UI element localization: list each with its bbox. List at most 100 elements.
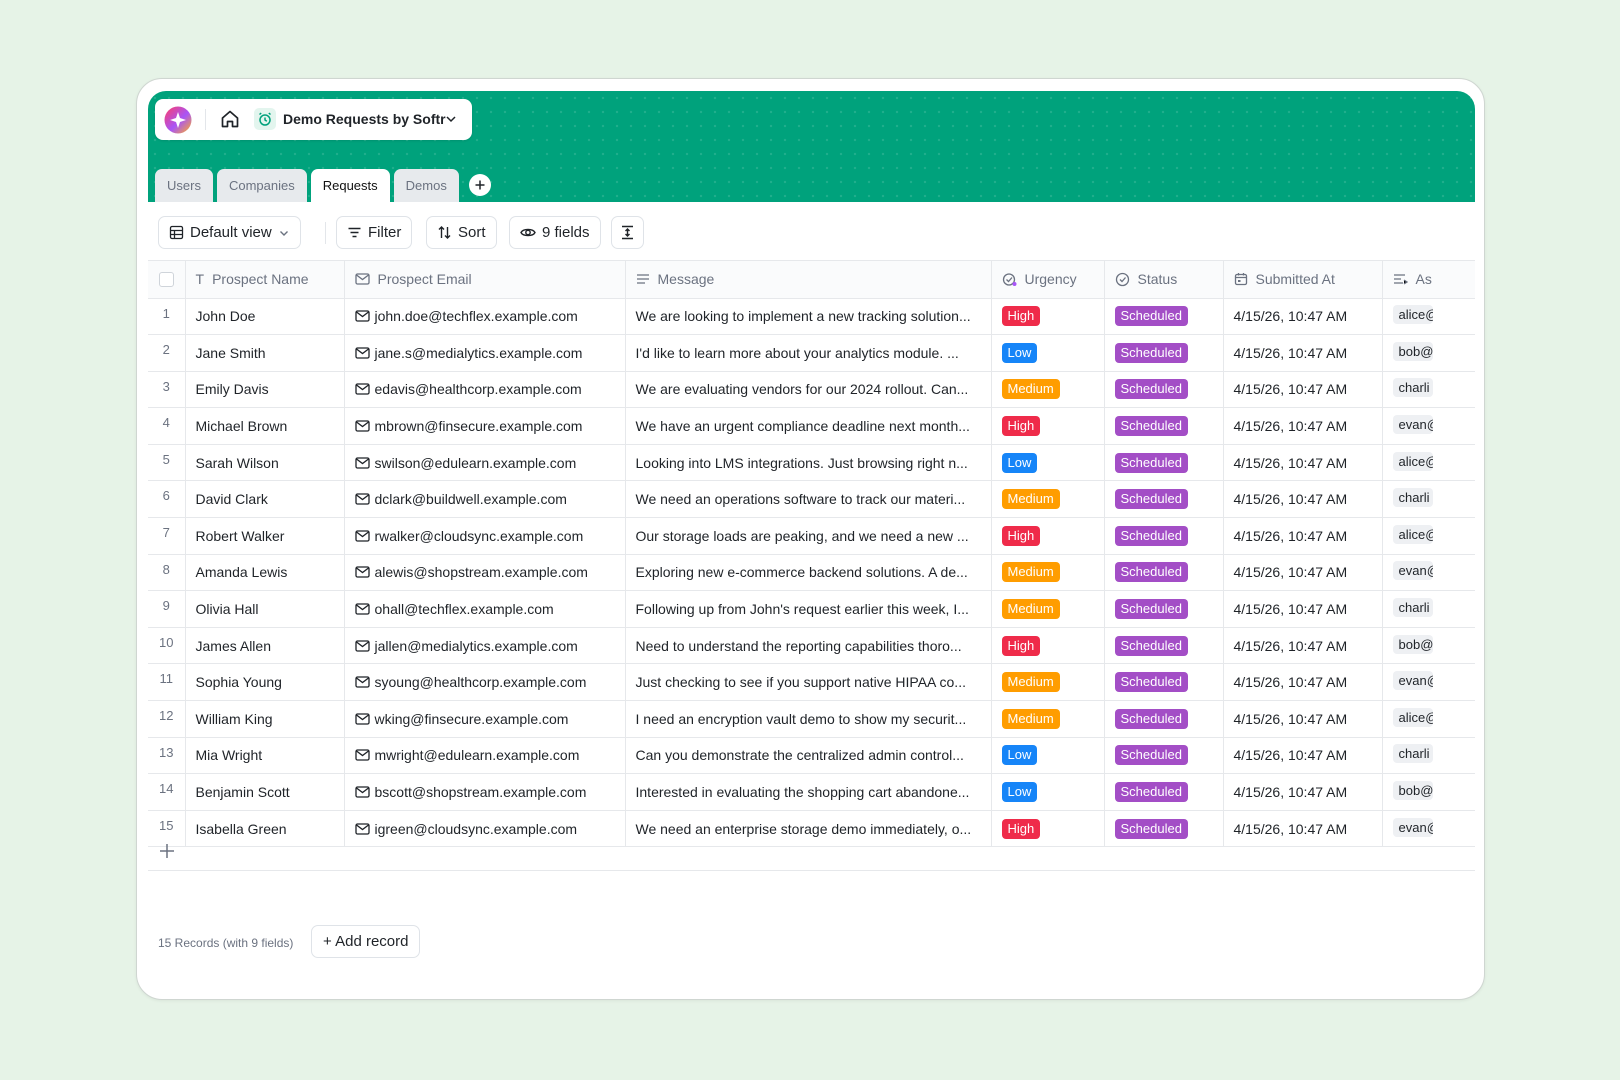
submitted-at-cell[interactable]: 4/15/26, 10:47 AM bbox=[1223, 700, 1383, 738]
assignee-cell[interactable]: charli bbox=[1382, 371, 1475, 409]
message-cell[interactable]: We are evaluating vendors for our 2024 r… bbox=[625, 371, 992, 409]
assignee-cell[interactable]: alice@ bbox=[1382, 298, 1475, 336]
select-all-cell[interactable] bbox=[148, 261, 186, 299]
urgency-cell[interactable]: Low bbox=[991, 444, 1105, 482]
table-row[interactable]: 9 Olivia Hall ohall@techflex.example.com Fo… bbox=[148, 590, 1475, 628]
assignee-cell[interactable]: evan@ bbox=[1382, 663, 1475, 702]
column-header-assignee[interactable]: As bbox=[1382, 261, 1475, 299]
tab-demos[interactable]: Demos bbox=[393, 169, 459, 202]
assignee-cell[interactable]: charli bbox=[1382, 590, 1475, 628]
status-cell[interactable]: Scheduled bbox=[1104, 700, 1224, 738]
sort-button[interactable]: Sort bbox=[426, 216, 497, 249]
message-cell[interactable]: We are looking to implement a new tracki… bbox=[625, 298, 992, 336]
prospect-name-cell[interactable]: Sarah Wilson bbox=[185, 444, 345, 482]
status-cell[interactable]: Scheduled bbox=[1104, 480, 1224, 519]
select-all-checkbox[interactable] bbox=[158, 271, 174, 287]
urgency-cell[interactable]: Low bbox=[991, 737, 1105, 775]
column-header-message[interactable]: Message bbox=[625, 261, 992, 299]
tab-users[interactable]: Users bbox=[155, 169, 213, 202]
prospect-email-cell[interactable]: dclark@buildwell.example.com bbox=[344, 480, 626, 519]
fields-button[interactable]: 9 fields bbox=[509, 216, 601, 249]
submitted-at-cell[interactable]: 4/15/26, 10:47 AM bbox=[1223, 627, 1383, 665]
message-cell[interactable]: I'd like to learn more about your analyt… bbox=[625, 334, 992, 372]
urgency-cell[interactable]: Medium bbox=[991, 554, 1105, 592]
urgency-cell[interactable]: Low bbox=[991, 334, 1105, 372]
softr-logo-icon[interactable] bbox=[164, 106, 192, 134]
column-header-urgency[interactable]: Urgency bbox=[991, 261, 1105, 299]
column-header-prospect-name[interactable]: T Prospect Name bbox=[185, 261, 345, 299]
prospect-name-cell[interactable]: Robert Walker bbox=[185, 517, 345, 555]
message-cell[interactable]: I need an encryption vault demo to show … bbox=[625, 700, 992, 738]
urgency-cell[interactable]: Medium bbox=[991, 590, 1105, 628]
table-row[interactable]: 7 Robert Walker rwalker@cloudsync.example.… bbox=[148, 517, 1475, 555]
submitted-at-cell[interactable]: 4/15/26, 10:47 AM bbox=[1223, 480, 1383, 519]
status-cell[interactable]: Scheduled bbox=[1104, 590, 1224, 628]
assignee-cell[interactable]: bob@ bbox=[1382, 334, 1475, 372]
urgency-cell[interactable]: Low bbox=[991, 773, 1105, 811]
prospect-name-cell[interactable]: John Doe bbox=[185, 298, 345, 336]
status-cell[interactable]: Scheduled bbox=[1104, 444, 1224, 482]
table-row[interactable]: 11 Sophia Young syoung@healthcorp.example.… bbox=[148, 663, 1475, 702]
message-cell[interactable]: We need an operations software to track … bbox=[625, 480, 992, 519]
chevron-down-icon[interactable] bbox=[444, 112, 458, 126]
status-cell[interactable]: Scheduled bbox=[1104, 627, 1224, 665]
urgency-cell[interactable]: Medium bbox=[991, 700, 1105, 738]
prospect-email-cell[interactable]: bscott@shopstream.example.com bbox=[344, 773, 626, 811]
filter-button[interactable]: Filter bbox=[336, 216, 413, 249]
assignee-cell[interactable]: alice@ bbox=[1382, 517, 1475, 555]
prospect-name-cell[interactable]: Emily Davis bbox=[185, 371, 345, 409]
table-row[interactable]: 1 John Doe john.doe@techflex.example.com We… bbox=[148, 298, 1475, 336]
table-row[interactable]: 4 Michael Brown mbrown@finsecure.example.c… bbox=[148, 407, 1475, 445]
prospect-name-cell[interactable]: Amanda Lewis bbox=[185, 554, 345, 592]
prospect-email-cell[interactable]: rwalker@cloudsync.example.com bbox=[344, 517, 626, 555]
prospect-email-cell[interactable]: syoung@healthcorp.example.com bbox=[344, 663, 626, 702]
table-row[interactable]: 12 William King wking@finsecure.example.co… bbox=[148, 700, 1475, 738]
prospect-email-cell[interactable]: jallen@medialytics.example.com bbox=[344, 627, 626, 665]
prospect-email-cell[interactable]: mbrown@finsecure.example.com bbox=[344, 407, 626, 445]
urgency-cell[interactable]: Medium bbox=[991, 663, 1105, 702]
submitted-at-cell[interactable]: 4/15/26, 10:47 AM bbox=[1223, 371, 1383, 409]
column-header-submitted-at[interactable]: Submitted At bbox=[1223, 261, 1383, 299]
home-icon[interactable] bbox=[219, 108, 241, 130]
message-cell[interactable]: We have an urgent compliance deadline ne… bbox=[625, 407, 992, 445]
table-row[interactable]: 3 Emily Davis edavis@healthcorp.example.co… bbox=[148, 371, 1475, 409]
prospect-email-cell[interactable]: john.doe@techflex.example.com bbox=[344, 298, 626, 336]
urgency-cell[interactable]: High bbox=[991, 407, 1105, 445]
status-cell[interactable]: Scheduled bbox=[1104, 737, 1224, 775]
assignee-cell[interactable]: charli bbox=[1382, 480, 1475, 519]
prospect-email-cell[interactable]: alewis@shopstream.example.com bbox=[344, 554, 626, 592]
table-row[interactable]: 8 Amanda Lewis alewis@shopstream.example.c… bbox=[148, 554, 1475, 592]
submitted-at-cell[interactable]: 4/15/26, 10:47 AM bbox=[1223, 554, 1383, 592]
prospect-name-cell[interactable]: James Allen bbox=[185, 627, 345, 665]
prospect-email-cell[interactable]: mwright@edulearn.example.com bbox=[344, 737, 626, 775]
prospect-email-cell[interactable]: wking@finsecure.example.com bbox=[344, 700, 626, 738]
message-cell[interactable]: Need to understand the reporting capabil… bbox=[625, 627, 992, 665]
prospect-name-cell[interactable]: Benjamin Scott bbox=[185, 773, 345, 811]
prospect-name-cell[interactable]: Michael Brown bbox=[185, 407, 345, 445]
status-cell[interactable]: Scheduled bbox=[1104, 298, 1224, 336]
submitted-at-cell[interactable]: 4/15/26, 10:47 AM bbox=[1223, 334, 1383, 372]
message-cell[interactable]: Interested in evaluating the shopping ca… bbox=[625, 773, 992, 811]
message-cell[interactable]: Our storage loads are peaking, and we ne… bbox=[625, 517, 992, 555]
urgency-cell[interactable]: Medium bbox=[991, 371, 1105, 409]
submitted-at-cell[interactable]: 4/15/26, 10:47 AM bbox=[1223, 407, 1383, 445]
assignee-cell[interactable]: evan@ bbox=[1382, 554, 1475, 592]
assignee-cell[interactable]: evan@ bbox=[1382, 407, 1475, 445]
table-row[interactable]: 2 Jane Smith jane.s@medialytics.example.co… bbox=[148, 334, 1475, 372]
table-row[interactable]: 13 Mia Wright mwright@edulearn.example.com… bbox=[148, 737, 1475, 775]
message-cell[interactable]: Can you demonstrate the centralized admi… bbox=[625, 737, 992, 775]
database-title[interactable]: Demo Requests by Softr bbox=[283, 111, 446, 127]
table-row[interactable]: 14 Benjamin Scott bscott@shopstream.exampl… bbox=[148, 773, 1475, 811]
assignee-cell[interactable]: alice@ bbox=[1382, 444, 1475, 482]
prospect-name-cell[interactable]: Olivia Hall bbox=[185, 590, 345, 628]
prospect-email-cell[interactable]: ohall@techflex.example.com bbox=[344, 590, 626, 628]
table-row[interactable]: 10 James Allen jallen@medialytics.example.… bbox=[148, 627, 1475, 665]
add-tab-button[interactable] bbox=[468, 174, 491, 196]
table-row[interactable]: 5 Sarah Wilson swilson@edulearn.example.co… bbox=[148, 444, 1475, 482]
add-row-plus-icon[interactable] bbox=[158, 842, 176, 860]
column-header-prospect-email[interactable]: Prospect Email bbox=[344, 261, 626, 299]
row-height-button[interactable] bbox=[611, 216, 644, 249]
status-cell[interactable]: Scheduled bbox=[1104, 517, 1224, 555]
urgency-cell[interactable]: High bbox=[991, 517, 1105, 555]
message-cell[interactable]: Exploring new e-commerce backend solutio… bbox=[625, 554, 992, 592]
